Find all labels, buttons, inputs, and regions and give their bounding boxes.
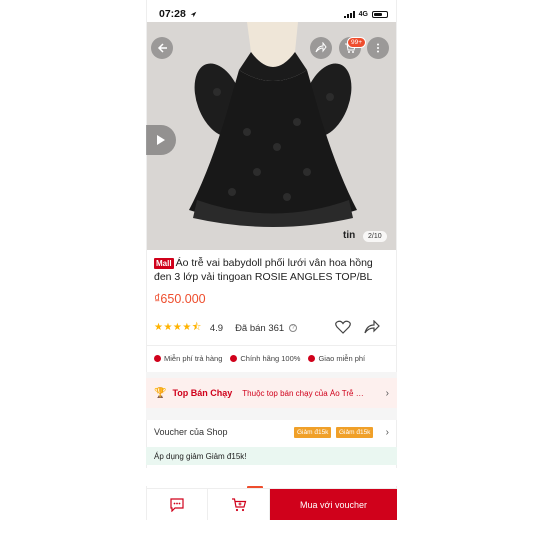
top-selling-banner[interactable]: 🏆 Top Bán Chạy Thuộc top bán chạy của Áo… (146, 378, 397, 408)
back-button[interactable] (151, 37, 173, 59)
perk-free-shipping: Giao miễn phí (308, 354, 365, 363)
top-selling-title: Top Bán Chạy (172, 388, 233, 398)
share-button[interactable] (310, 37, 332, 59)
home-indicator-area (146, 520, 397, 543)
perk-free-return: Miễn phí trả hàng (154, 354, 222, 363)
voucher-tag: Giảm đ15k (294, 427, 332, 438)
arrow-left-icon (157, 43, 167, 53)
truck-icon (308, 355, 316, 362)
perks-row[interactable]: Miễn phí trả hàng Chính hãng 100% Giao m… (154, 354, 399, 363)
rating-stars: ★★★★⯪ (154, 321, 202, 333)
voucher-applied-note: Áp dụng giảm Giảm đ15k! (146, 447, 397, 465)
return-icon (154, 355, 161, 362)
cart-plus-icon (231, 498, 246, 512)
help-icon[interactable]: ? (289, 324, 298, 332)
more-icon (377, 43, 379, 53)
play-icon (157, 135, 165, 145)
status-right: 4G (343, 10, 388, 18)
section-gap (146, 408, 397, 420)
trophy-icon: 🏆 (154, 387, 167, 399)
chevron-right-icon: › (385, 426, 389, 438)
status-bar: 07:28 4G (147, 0, 396, 28)
more-button[interactable] (367, 37, 389, 59)
cart-badge: 99+ (347, 37, 367, 48)
perk-label: Giao miễn phí (318, 354, 366, 363)
product-photo (147, 22, 396, 250)
bottom-action-bar: Mua với voucher (146, 488, 397, 521)
section-gap (146, 468, 397, 486)
network-label: 4G (358, 10, 368, 18)
perk-label: Chính hãng 100% (240, 354, 301, 363)
play-video-button[interactable] (146, 125, 176, 155)
share-icon (315, 42, 327, 53)
chat-button[interactable] (146, 489, 208, 521)
rating-row: ★★★★⯪ 4.9 Đã bán 361 ? (154, 319, 392, 337)
product-image[interactable] (147, 22, 396, 250)
perk-authentic: Chính hãng 100% (230, 354, 300, 363)
chevron-right-icon: › (385, 387, 389, 399)
product-price: ₫650.000 (154, 292, 206, 306)
divider (146, 345, 397, 346)
battery-icon (372, 10, 388, 18)
top-selling-description: Thuộc top bán chạy của Áo Trễ Va... (242, 388, 368, 398)
voucher-tag: Giảm đ15k (336, 427, 374, 438)
brand-watermark: tin (343, 230, 356, 241)
share-product-icon[interactable] (364, 320, 380, 334)
signal-icon (343, 10, 355, 18)
product-title: Mall Áo trễ vai babydoll phối lưới vân ho… (154, 256, 392, 284)
image-counter: 2/10 (363, 231, 387, 242)
add-to-cart-button[interactable] (208, 489, 270, 521)
heart-icon[interactable] (335, 320, 351, 334)
status-time: 07:28 (159, 8, 197, 20)
rating-value: 4.9 (209, 322, 224, 334)
buy-with-voucher-button[interactable]: Mua với voucher (270, 489, 397, 520)
chat-icon (169, 498, 184, 512)
sold-count: Đã bán 361 (235, 322, 285, 334)
product-title-text: Áo trễ vai babydoll phối lưới vân hoa hồ… (154, 257, 373, 283)
mall-tag: Mall (154, 258, 174, 269)
perk-label: Miễn phí trả hàng (164, 354, 223, 363)
voucher-label: Voucher của Shop (154, 427, 228, 437)
shop-voucher-row[interactable]: Voucher của Shop Giảm đ15k Giảm đ15k › (146, 420, 397, 444)
shield-check-icon (230, 355, 238, 362)
location-icon (190, 11, 197, 17)
clock: 07:28 (159, 8, 186, 20)
